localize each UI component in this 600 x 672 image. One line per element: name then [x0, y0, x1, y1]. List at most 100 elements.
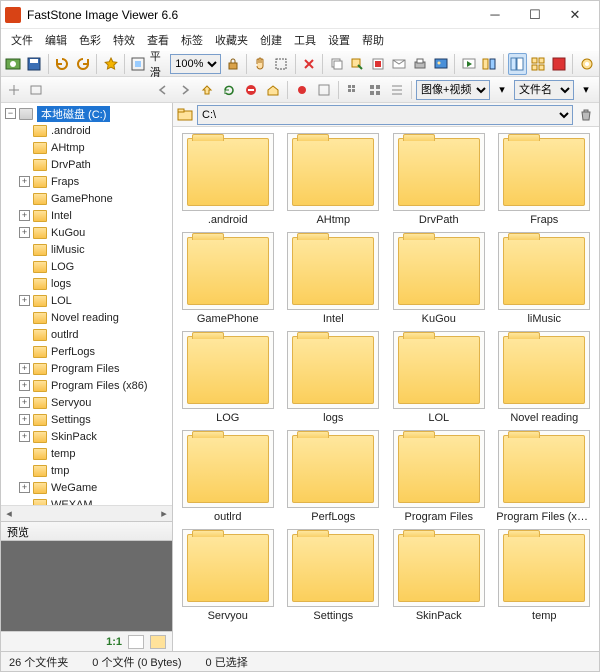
- compare-icon[interactable]: [480, 53, 499, 75]
- menu-settings[interactable]: 设置: [322, 30, 356, 50]
- hand-icon[interactable]: [251, 53, 270, 75]
- tree-item[interactable]: +Servyou: [1, 394, 172, 411]
- wallpaper-icon[interactable]: [432, 53, 451, 75]
- menu-color[interactable]: 色彩: [73, 30, 107, 50]
- thumb-large-icon[interactable]: [365, 80, 385, 100]
- menu-create[interactable]: 创建: [254, 30, 288, 50]
- filter-dropdown-icon[interactable]: ▾: [492, 80, 512, 100]
- rotate-right-icon[interactable]: [73, 53, 92, 75]
- menu-file[interactable]: 文件: [5, 30, 39, 50]
- thumbnail-item[interactable]: GamePhone: [177, 232, 279, 327]
- thumbnail-item[interactable]: AHtmp: [283, 133, 385, 228]
- fit-window-icon[interactable]: [129, 53, 148, 75]
- tree-collapse-icon[interactable]: [4, 80, 24, 100]
- tree-item[interactable]: +Intel: [1, 207, 172, 224]
- up-icon[interactable]: [197, 80, 217, 100]
- favorite-icon[interactable]: [101, 53, 120, 75]
- thumbnail-item[interactable]: PerfLogs: [283, 430, 385, 525]
- tree-root[interactable]: −本地磁盘 (C:): [1, 105, 172, 122]
- menu-effects[interactable]: 特效: [107, 30, 141, 50]
- selection-icon[interactable]: [272, 53, 291, 75]
- minimize-button[interactable]: ─: [475, 2, 515, 28]
- list-icon[interactable]: [387, 80, 407, 100]
- home-icon[interactable]: [263, 80, 283, 100]
- thumbnail-item[interactable]: outlrd: [177, 430, 279, 525]
- thumbnail-item[interactable]: Program Files: [388, 430, 490, 525]
- thumb-small-icon[interactable]: [343, 80, 363, 100]
- path-select[interactable]: C:\: [197, 105, 573, 125]
- trash-icon[interactable]: [577, 106, 595, 124]
- refresh-icon[interactable]: [219, 80, 239, 100]
- view-fullscreen-icon[interactable]: [549, 53, 568, 75]
- tree-item[interactable]: +Settings: [1, 411, 172, 428]
- sort-select[interactable]: 文件名: [514, 80, 574, 100]
- thumbnail-item[interactable]: logs: [283, 331, 385, 426]
- thumbnail-item[interactable]: DrvPath: [388, 133, 490, 228]
- email-icon[interactable]: [390, 53, 409, 75]
- slideshow-icon[interactable]: [459, 53, 478, 75]
- tree-item[interactable]: tmp: [1, 462, 172, 479]
- thumbnail-view[interactable]: .androidAHtmpDrvPathFraps GamePhoneIntelK…: [173, 127, 599, 651]
- maximize-button[interactable]: ☐: [515, 2, 555, 28]
- close-button[interactable]: ✕: [555, 2, 595, 28]
- thumbnail-item[interactable]: Fraps: [494, 133, 596, 228]
- thumbnail-item[interactable]: liMusic: [494, 232, 596, 327]
- menu-favorites[interactable]: 收藏夹: [209, 30, 254, 50]
- tree-item[interactable]: temp: [1, 445, 172, 462]
- view-thumbnail-icon[interactable]: [529, 53, 548, 75]
- tree-item[interactable]: Novel reading: [1, 309, 172, 326]
- tree-item[interactable]: outlrd: [1, 326, 172, 343]
- scan-icon[interactable]: [4, 53, 23, 75]
- tag-red-icon[interactable]: [292, 80, 312, 100]
- tree-sync-icon[interactable]: [26, 80, 46, 100]
- tree-item[interactable]: +SkinPack: [1, 428, 172, 445]
- tree-item[interactable]: PerfLogs: [1, 343, 172, 360]
- tree-h-scrollbar[interactable]: ◂▸: [1, 505, 172, 521]
- stop-icon[interactable]: [241, 80, 261, 100]
- tree-item[interactable]: logs: [1, 275, 172, 292]
- tree-item[interactable]: liMusic: [1, 241, 172, 258]
- print-icon[interactable]: [411, 53, 430, 75]
- tree-item[interactable]: +Program Files: [1, 360, 172, 377]
- move-icon[interactable]: [348, 53, 367, 75]
- zoom-select[interactable]: 100%: [170, 54, 221, 74]
- thumbnail-item[interactable]: Intel: [283, 232, 385, 327]
- tree-item[interactable]: LOG: [1, 258, 172, 275]
- view-browser-icon[interactable]: [508, 53, 527, 75]
- tag-filter-icon[interactable]: [314, 80, 334, 100]
- tree-item[interactable]: GamePhone: [1, 190, 172, 207]
- thumbnail-item[interactable]: Settings: [283, 529, 385, 624]
- save-icon[interactable]: [25, 53, 44, 75]
- forward-icon[interactable]: [175, 80, 195, 100]
- tree-item[interactable]: +KuGou: [1, 224, 172, 241]
- tree-item[interactable]: .android: [1, 122, 172, 139]
- menu-tags[interactable]: 标签: [175, 30, 209, 50]
- thumbnail-item[interactable]: Novel reading: [494, 331, 596, 426]
- crop-icon[interactable]: [369, 53, 388, 75]
- menu-help[interactable]: 帮助: [356, 30, 390, 50]
- settings-icon[interactable]: [577, 53, 596, 75]
- thumbnail-item[interactable]: SkinPack: [388, 529, 490, 624]
- thumbnail-item[interactable]: temp: [494, 529, 596, 624]
- sort-dropdown-icon[interactable]: ▾: [576, 80, 596, 100]
- thumbnail-item[interactable]: LOL: [388, 331, 490, 426]
- zoom-lock-icon[interactable]: [223, 53, 242, 75]
- menu-edit[interactable]: 编辑: [39, 30, 73, 50]
- copy-icon[interactable]: [327, 53, 346, 75]
- thumbnail-item[interactable]: Servyou: [177, 529, 279, 624]
- tree-item[interactable]: WEXAM: [1, 496, 172, 505]
- thumbnail-item[interactable]: .android: [177, 133, 279, 228]
- menu-tools[interactable]: 工具: [288, 30, 322, 50]
- tree-item[interactable]: +Program Files (x86): [1, 377, 172, 394]
- filter-select[interactable]: 图像+视频: [416, 80, 490, 100]
- tree-item[interactable]: +Fraps: [1, 173, 172, 190]
- preview-chip-2[interactable]: [150, 635, 166, 649]
- tree-item[interactable]: AHtmp: [1, 139, 172, 156]
- tree-item[interactable]: +LOL: [1, 292, 172, 309]
- folder-tree[interactable]: −本地磁盘 (C:).androidAHtmpDrvPath+FrapsGame…: [1, 103, 172, 505]
- preview-chip-1[interactable]: [128, 635, 144, 649]
- tree-item[interactable]: +WeGame: [1, 479, 172, 496]
- delete-icon[interactable]: [300, 53, 319, 75]
- tree-item[interactable]: DrvPath: [1, 156, 172, 173]
- thumbnail-item[interactable]: KuGou: [388, 232, 490, 327]
